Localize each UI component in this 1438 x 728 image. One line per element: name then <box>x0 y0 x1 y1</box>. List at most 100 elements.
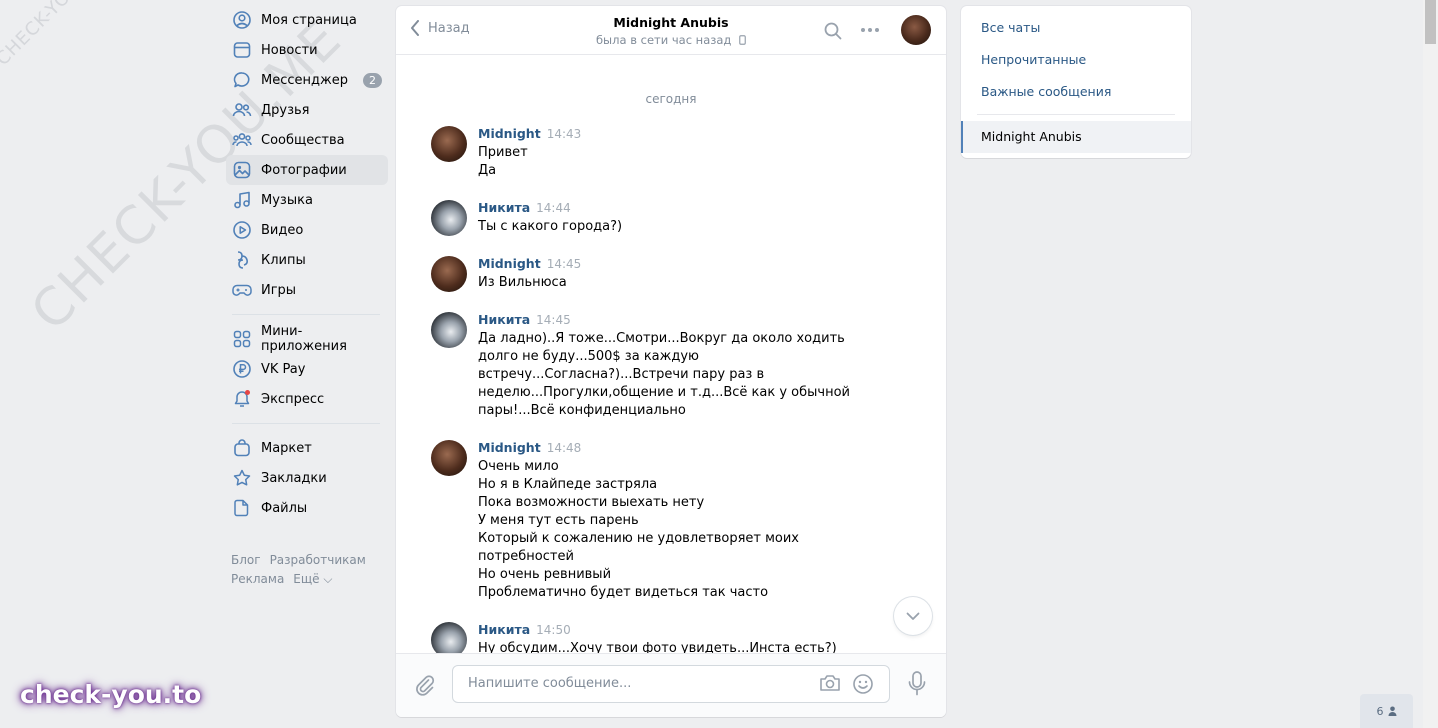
chat-bubble-icon <box>232 70 252 90</box>
message-author[interactable]: Midnight <box>478 256 541 271</box>
footer-link-ads[interactable]: Реклама <box>231 572 284 586</box>
nav-item-newspaper[interactable]: Новости <box>226 35 388 65</box>
message[interactable]: Midnight 14:43 Привет Да <box>396 126 946 180</box>
message-line: У меня тут есть парень <box>478 513 639 528</box>
filter-all-chats[interactable]: Все чаты <box>961 12 1191 44</box>
message-line: Который к сожалению не удовлетворяет мои… <box>478 531 800 564</box>
author-avatar[interactable] <box>431 126 467 162</box>
nav-item-label: Клипы <box>261 252 306 268</box>
nav-item-friends[interactable]: Друзья <box>226 95 388 125</box>
nav-group-main: Моя страница Новости Мессенджер 2 Друзья Сооб… <box>226 5 388 305</box>
active-conversation[interactable]: Midnight Anubis <box>961 121 1191 153</box>
nav-item-label: Сообщества <box>261 132 345 148</box>
message-time[interactable]: 14:45 <box>536 313 571 327</box>
nav-footer: Блог Разработчикам Реклама Ещё ⌵ <box>226 551 388 589</box>
message-time[interactable]: 14:44 <box>536 201 571 215</box>
author-avatar[interactable] <box>431 622 467 654</box>
author-avatar[interactable] <box>431 256 467 292</box>
message-time[interactable]: 14:50 <box>536 623 571 637</box>
message-header: Midnight 14:48 <box>478 440 946 458</box>
message-input-box <box>452 665 890 703</box>
message[interactable]: Никита 14:44 Ты с какого города?) <box>396 200 946 236</box>
user-icon <box>1388 706 1396 716</box>
nav-item-photo[interactable]: Фотографии <box>226 155 388 185</box>
message-line: Но очень ревнивый <box>478 567 612 582</box>
clips-icon <box>232 250 252 270</box>
nav-item-label: Видео <box>261 222 304 238</box>
message-header: Никита 14:44 <box>478 200 946 218</box>
message[interactable]: Никита 14:45 Да ладно)..Я тоже...Смотри...… <box>396 312 946 420</box>
peer-avatar[interactable] <box>901 15 931 45</box>
message-author[interactable]: Никита <box>478 200 530 215</box>
message-text: Из Вильнюса <box>478 274 863 292</box>
author-avatar[interactable] <box>431 312 467 348</box>
nav-group-other: Маркет Закладки Файлы <box>226 433 388 523</box>
message[interactable]: Никита 14:50 Ну обсудим...Хочу твои фото у… <box>396 622 946 654</box>
nav-group-services: Мини-приложения VK Pay Экспресс <box>226 324 388 414</box>
nav-item-chat-bubble[interactable]: Мессенджер 2 <box>226 65 388 95</box>
footer-link-blog[interactable]: Блог <box>231 553 261 567</box>
message-input[interactable] <box>466 675 810 692</box>
nav-item-label: Друзья <box>261 102 310 118</box>
vkpay-icon <box>232 359 252 379</box>
nav-item-express-bell[interactable]: Экспресс <box>226 384 388 414</box>
page-scrollbar[interactable] <box>1423 0 1438 728</box>
nav-item-music-note[interactable]: Музыка <box>226 185 388 215</box>
nav-item-label: Мессенджер <box>261 72 348 88</box>
nav-item-vkpay[interactable]: VK Pay <box>226 354 388 384</box>
nav-item-user-circle[interactable]: Моя страница <box>226 5 388 35</box>
message-author[interactable]: Никита <box>478 622 530 637</box>
chat-header: Назад Midnight Anubis была в сети час на… <box>396 6 946 55</box>
nav-item-apps-grid[interactable]: Мини-приложения <box>226 324 388 354</box>
apps-grid-icon <box>232 329 252 349</box>
message-author[interactable]: Никита <box>478 312 530 327</box>
filter-important[interactable]: Важные сообщения <box>961 76 1191 108</box>
nav-item-communities[interactable]: Сообщества <box>226 125 388 155</box>
file-icon <box>232 498 252 518</box>
author-avatar[interactable] <box>431 200 467 236</box>
express-bell-icon <box>232 389 252 409</box>
nav-divider <box>232 314 380 315</box>
message-author[interactable]: Midnight <box>478 440 541 455</box>
filter-unread[interactable]: Непрочитанные <box>961 44 1191 76</box>
footer-link-more[interactable]: Ещё ⌵ <box>293 572 332 586</box>
nav-item-label: Музыка <box>261 192 313 208</box>
scroll-down-button[interactable] <box>894 597 932 635</box>
nav-item-clips[interactable]: Клипы <box>226 245 388 275</box>
message-time[interactable]: 14:48 <box>547 441 582 455</box>
message-text: Очень мило Но я в Клайпеде застряла Пока в… <box>478 458 863 602</box>
nav-item-star[interactable]: Закладки <box>226 463 388 493</box>
camera-icon[interactable] <box>819 674 841 692</box>
watermark-small: CHECK-YOU.ME <box>0 0 111 70</box>
message[interactable]: Midnight 14:45 Из Вильнюса <box>396 256 946 292</box>
message-time[interactable]: 14:45 <box>547 257 582 271</box>
friends-icon <box>232 100 252 120</box>
message-line: Да ладно)..Я тоже...Смотри...Вокруг да о… <box>478 331 850 418</box>
message[interactable]: Midnight 14:48 Очень мило Но я в Клайпеде з… <box>396 440 946 602</box>
message-author[interactable]: Midnight <box>478 126 541 141</box>
footer-link-developers[interactable]: Разработчикам <box>270 553 366 567</box>
scrollbar-thumb[interactable] <box>1425 0 1436 44</box>
online-counter[interactable]: 6 <box>1360 694 1413 728</box>
message-time[interactable]: 14:43 <box>547 127 582 141</box>
nav-item-shopping-bag[interactable]: Маркет <box>226 433 388 463</box>
filter-divider <box>977 114 1175 115</box>
nav-item-label: Закладки <box>261 470 327 486</box>
nav-item-play-circle[interactable]: Видео <box>226 215 388 245</box>
star-icon <box>232 468 252 488</box>
search-icon[interactable] <box>824 22 842 40</box>
unread-badge: 2 <box>363 72 382 88</box>
nav-item-file[interactable]: Файлы <box>226 493 388 523</box>
more-icon[interactable] <box>860 27 880 33</box>
nav-item-label: Экспресс <box>261 391 325 407</box>
paperclip-icon[interactable] <box>414 674 436 696</box>
author-avatar[interactable] <box>431 440 467 476</box>
emoji-icon[interactable] <box>852 673 874 695</box>
gamepad-icon <box>232 280 252 300</box>
message-line: Да <box>478 163 497 178</box>
shopping-bag-icon <box>232 438 252 458</box>
message-header: Никита 14:45 <box>478 312 946 330</box>
conversation-filters: Все чаты Непрочитанные Важные сообщения … <box>961 6 1191 158</box>
nav-item-gamepad[interactable]: Игры <box>226 275 388 305</box>
microphone-icon[interactable] <box>908 671 926 697</box>
